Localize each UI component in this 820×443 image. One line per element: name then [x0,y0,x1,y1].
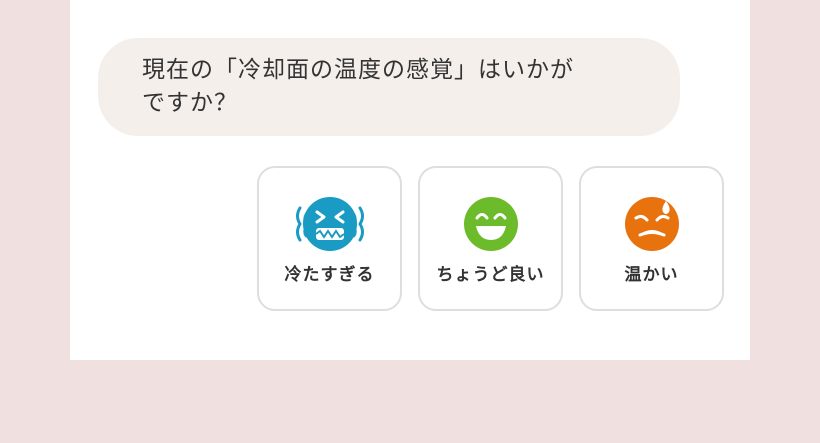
grinning-face-icon [453,194,529,254]
temperature-options: 冷たすぎる ちょうど良い 温かい [257,166,724,311]
option-too-cold-label: 冷たすぎる [284,265,375,285]
sweating-face-icon [614,194,690,254]
option-too-cold-button[interactable]: 冷たすぎる [257,166,402,311]
survey-card: 現在の「冷却面の温度の感覚」はいかが ですか？ 冷たすぎる ちょうど良い 温かい [70,0,750,360]
question-text-line2: ですか？ [142,90,238,116]
question-text-line1: 現在の「冷却面の温度の感覚」はいかが [142,57,574,83]
freezing-face-icon [292,194,368,254]
option-just-right-button[interactable]: ちょうど良い [418,166,563,311]
option-warm-button[interactable]: 温かい [579,166,724,311]
question-bubble: 現在の「冷却面の温度の感覚」はいかが ですか？ [98,38,680,136]
option-warm-label: 温かい [624,265,679,285]
option-just-right-label: ちょうど良い [436,265,545,285]
